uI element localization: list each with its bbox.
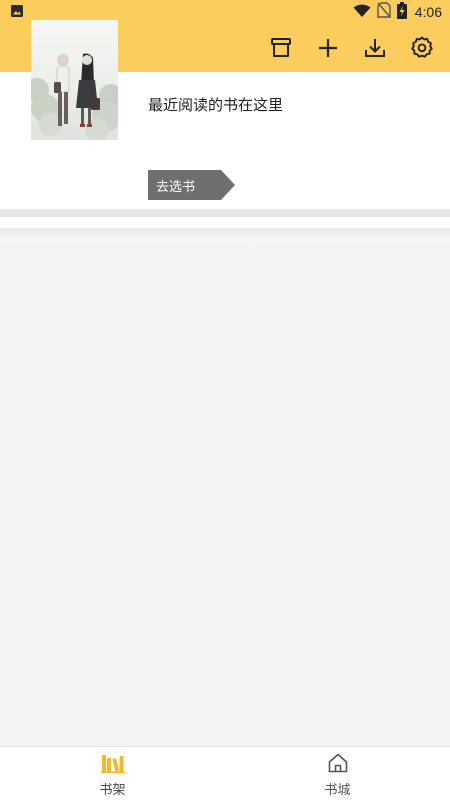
- add-icon[interactable]: [314, 34, 342, 62]
- bookshelf-icon: [100, 753, 125, 777]
- wifi-icon: [353, 3, 371, 22]
- gallery-notification-icon: [10, 3, 24, 22]
- no-sim-icon: [377, 2, 391, 22]
- status-time: 4:06: [414, 4, 442, 20]
- archive-box-icon[interactable]: [267, 34, 295, 62]
- shelf-divider: [0, 209, 450, 217]
- battery-charging-icon: [396, 1, 407, 23]
- nav-label-bookshelf: 书架: [99, 783, 126, 798]
- recent-reading-title: 最近阅读的书在这里: [148, 96, 284, 114]
- home-icon: [326, 753, 350, 777]
- nav-item-bookshelf[interactable]: 书架: [0, 747, 225, 800]
- book-cover-image[interactable]: [31, 20, 118, 140]
- choose-book-button[interactable]: 去选书: [148, 170, 236, 200]
- nav-label-bookstore: 书城: [324, 783, 351, 798]
- download-icon[interactable]: [361, 34, 389, 62]
- card-shadow: [0, 217, 450, 247]
- bottom-navigation: 书架 书城: [0, 746, 450, 800]
- choose-book-label: 去选书: [156, 180, 196, 195]
- settings-gear-icon[interactable]: [408, 34, 436, 62]
- nav-item-bookstore[interactable]: 书城: [225, 747, 450, 800]
